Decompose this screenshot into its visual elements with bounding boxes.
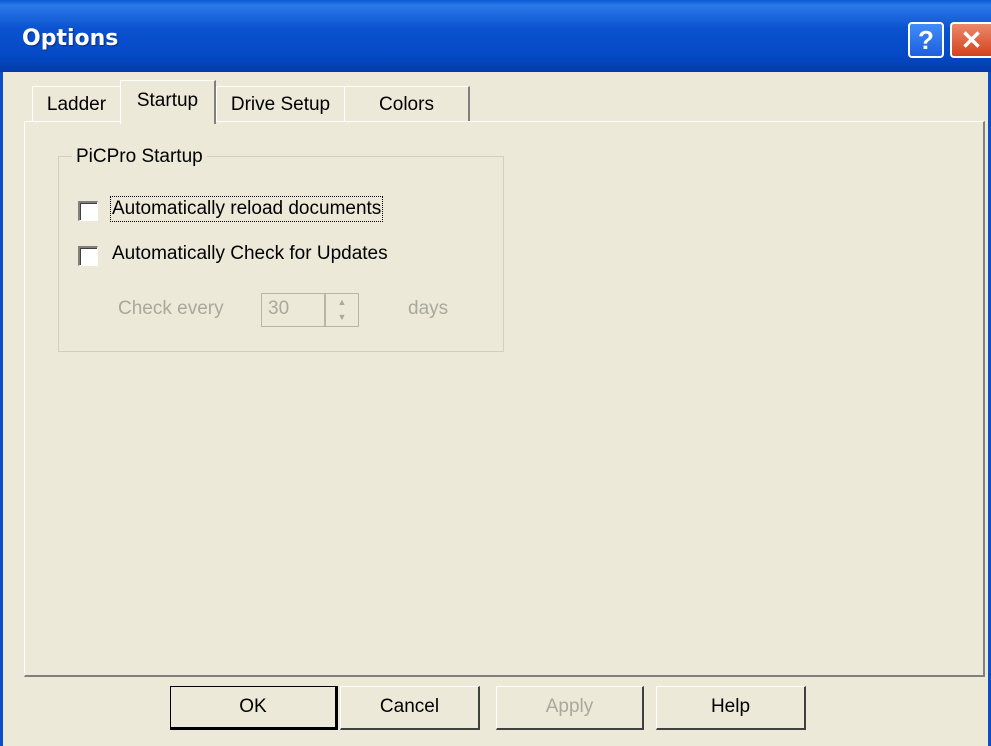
tab-ladder[interactable]: Ladder (32, 86, 122, 122)
reload-documents-label[interactable]: Automatically reload documents (109, 196, 384, 222)
window-title: Options (22, 26, 119, 51)
spin-down-icon[interactable]: ▼ (328, 310, 356, 324)
close-icon[interactable]: ✕ (950, 22, 991, 58)
reload-documents-checkbox[interactable] (78, 201, 98, 221)
tab-drive-setup[interactable]: Drive Setup (216, 86, 346, 122)
spin-up-icon[interactable]: ▲ (328, 295, 356, 309)
help-button[interactable]: Help (656, 686, 806, 730)
check-updates-checkbox[interactable] (78, 246, 98, 266)
apply-button[interactable]: Apply (496, 686, 644, 730)
tab-startup[interactable]: Startup (120, 80, 216, 124)
check-every-label: Check every (118, 298, 224, 319)
tab-colors[interactable]: Colors (344, 86, 470, 122)
cancel-button[interactable]: Cancel (340, 686, 480, 730)
check-interval-spinner[interactable]: ▲ ▼ (325, 293, 359, 327)
check-interval-input[interactable]: 30 (261, 293, 325, 327)
days-label: days (408, 298, 449, 319)
group-label: PiCPro Startup (72, 146, 207, 168)
help-icon[interactable]: ? (908, 22, 944, 58)
ok-button[interactable]: OK (170, 686, 338, 730)
title-bar[interactable]: Options ? ✕ (0, 0, 991, 72)
check-updates-label[interactable]: Automatically Check for Updates (112, 243, 388, 265)
